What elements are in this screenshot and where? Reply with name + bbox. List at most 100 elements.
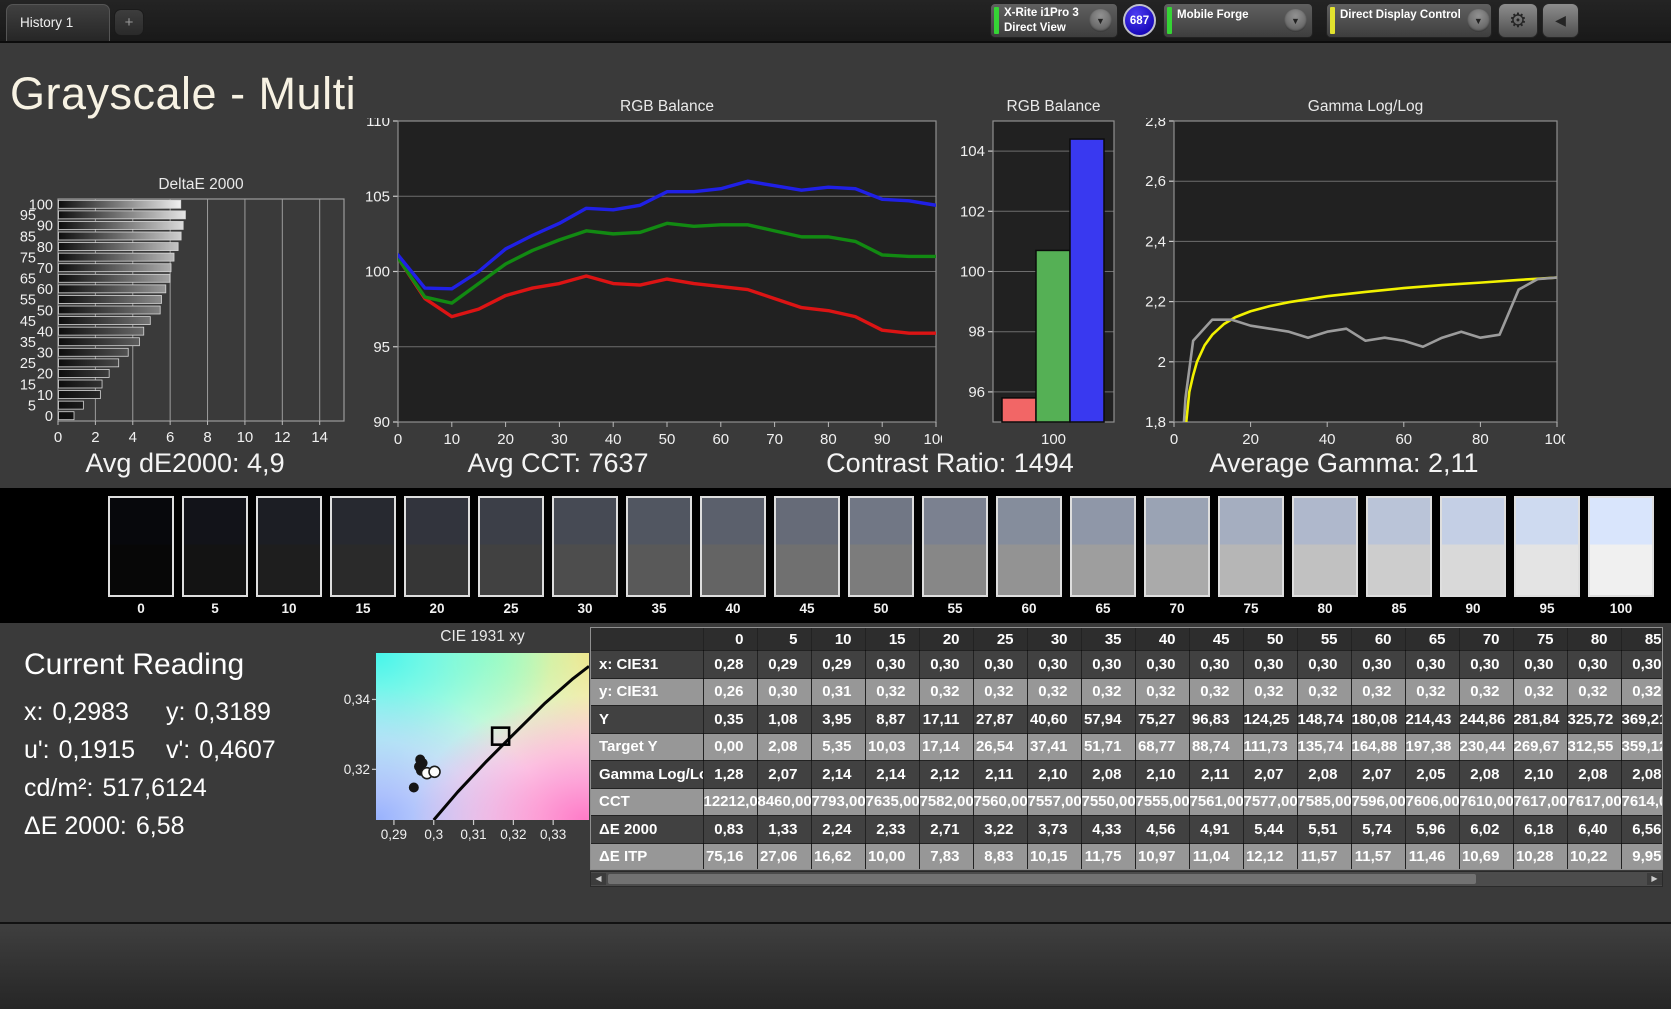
- add-tab-button[interactable]: +: [114, 9, 144, 36]
- table-cell: 8,83: [973, 843, 1027, 870]
- gray-swatch-65: 65: [1070, 496, 1136, 616]
- table-cell: 148,74: [1297, 706, 1351, 734]
- svg-text:95: 95: [20, 208, 36, 224]
- table-col-header: 60: [1351, 628, 1405, 651]
- chevron-down-icon[interactable]: ▼: [1467, 9, 1490, 32]
- svg-text:0: 0: [1170, 431, 1178, 448]
- swatch-level-label: 80: [1292, 601, 1358, 616]
- table-cell: 0,32: [1135, 678, 1189, 706]
- table-cell: 0,30: [1567, 651, 1621, 679]
- meter-dropdown[interactable]: X-Rite i1Pro 3Direct View ▼: [990, 3, 1118, 38]
- table-cell: 6,02: [1459, 816, 1513, 844]
- cie-plot: 0,320,340,290,30,310,320,33: [340, 653, 592, 858]
- gray-swatch-10: 10: [256, 496, 322, 616]
- collapse-panel-icon[interactable]: ◀: [1542, 3, 1579, 38]
- table-col-header: 25: [973, 628, 1027, 651]
- table-cell: 0,30: [1513, 651, 1567, 679]
- swatch-level-label: 90: [1440, 601, 1506, 616]
- svg-text:6: 6: [166, 429, 174, 446]
- table-cell: 312,55: [1567, 733, 1621, 761]
- display-control-label: Direct Display Control: [1340, 4, 1461, 23]
- table-row-label: Target Y: [591, 733, 703, 761]
- svg-text:25: 25: [20, 356, 36, 372]
- table-cell: 96,83: [1189, 706, 1243, 734]
- rgb-balance-bar-chart: RGB Balance 9698100102104100: [953, 98, 1121, 448]
- table-cell: 0,30: [1081, 651, 1135, 679]
- table-cell: 10,00: [865, 843, 919, 870]
- gear-icon[interactable]: ⚙: [1498, 3, 1538, 38]
- table-row-label: y: CIE31: [591, 678, 703, 706]
- table-cell: 180,08: [1351, 706, 1405, 734]
- table-row: y: CIE310,260,300,310,320,320,320,320,32…: [591, 678, 1663, 706]
- table-cell: 8,87: [865, 706, 919, 734]
- tab-history-1[interactable]: History 1: [6, 4, 110, 41]
- reading-value: 0,2983: [52, 698, 128, 727]
- table-cell: 37,41: [1027, 733, 1081, 761]
- current-reading-title: Current Reading: [24, 648, 354, 682]
- table-cell: 0,83: [703, 816, 757, 844]
- table-cell: 8460,00: [757, 788, 811, 816]
- svg-text:60: 60: [37, 282, 53, 298]
- display-control-dropdown[interactable]: Direct Display Control ▼: [1326, 3, 1492, 38]
- table-cell: 7585,00: [1297, 788, 1351, 816]
- source-dropdown[interactable]: Mobile Forge ▼: [1163, 3, 1313, 38]
- table-cell: 0,32: [973, 678, 1027, 706]
- table-cell: 0,29: [757, 651, 811, 679]
- table-cell: 0,29: [811, 651, 865, 679]
- swatch-level-label: 75: [1218, 601, 1284, 616]
- table-cell: 10,15: [1027, 843, 1081, 870]
- svg-text:2,4: 2,4: [1145, 233, 1166, 250]
- table-cell: 197,38: [1405, 733, 1459, 761]
- swatch-level-label: 5: [182, 601, 248, 616]
- svg-text:100: 100: [1544, 431, 1565, 448]
- gray-swatch-35: 35: [626, 496, 692, 616]
- measurement-table: 0510152025303540455055606570758085x: CIE…: [590, 627, 1663, 870]
- gray-swatch-5: 5: [182, 496, 248, 616]
- line-plot: 90951001051100102030405060708090100: [352, 118, 942, 448]
- table-col-header: 80: [1567, 628, 1621, 651]
- table-cell: 2,12: [919, 761, 973, 789]
- table-row: ΔE ITP75,1627,0616,6210,007,838,8310,151…: [591, 843, 1663, 870]
- svg-text:14: 14: [311, 429, 328, 446]
- table-cell: 9,95: [1621, 843, 1663, 870]
- table-cell: 281,84: [1513, 706, 1567, 734]
- svg-text:2,2: 2,2: [1145, 294, 1166, 311]
- table-scrollbar-thumb[interactable]: [608, 874, 1476, 884]
- table-row-label: CCT: [591, 788, 703, 816]
- table-row-label: Gamma Log/Log: [591, 761, 703, 789]
- swatch-level-label: 60: [996, 601, 1062, 616]
- svg-text:5: 5: [28, 398, 36, 414]
- table-cell: 1,08: [757, 706, 811, 734]
- swatch-level-label: 65: [1070, 601, 1136, 616]
- table-row: ΔE 20000,831,332,242,332,713,223,734,334…: [591, 816, 1663, 844]
- svg-text:0,33: 0,33: [540, 827, 566, 842]
- chevron-down-icon[interactable]: ▼: [1284, 9, 1307, 32]
- table-cell: 7617,00: [1567, 788, 1621, 816]
- reading-value: 0,4607: [199, 736, 275, 765]
- table-cell: 17,14: [919, 733, 973, 761]
- svg-text:40: 40: [605, 431, 622, 448]
- line-plot: 1,822,22,42,62,8020406080100: [1128, 118, 1565, 448]
- chevron-down-icon[interactable]: ▼: [1089, 9, 1112, 32]
- table-col-header: 55: [1297, 628, 1351, 651]
- svg-text:12: 12: [274, 429, 291, 446]
- scroll-right-icon[interactable]: ▶: [1647, 873, 1662, 885]
- svg-text:10: 10: [237, 429, 254, 446]
- table-scrollbar[interactable]: ◀ ▶: [590, 871, 1663, 887]
- gamma-chart-title: Gamma Log/Log: [1174, 98, 1557, 118]
- table-cell: 359,12: [1621, 733, 1663, 761]
- svg-text:105: 105: [365, 188, 390, 205]
- scroll-left-icon[interactable]: ◀: [591, 873, 606, 885]
- table-cell: 57,94: [1081, 706, 1135, 734]
- table-cell: 2,08: [1297, 761, 1351, 789]
- table-cell: 124,25: [1243, 706, 1297, 734]
- svg-text:80: 80: [1472, 431, 1489, 448]
- reading-value: 517,6124: [102, 774, 206, 803]
- table-cell: 2,14: [811, 761, 865, 789]
- table-col-header: 65: [1405, 628, 1459, 651]
- svg-text:95: 95: [373, 339, 390, 356]
- gray-swatch-0: 0: [108, 496, 174, 616]
- table-cell: 10,28: [1513, 843, 1567, 870]
- swatch-level-label: 30: [552, 601, 618, 616]
- table-col-header: 85: [1621, 628, 1663, 651]
